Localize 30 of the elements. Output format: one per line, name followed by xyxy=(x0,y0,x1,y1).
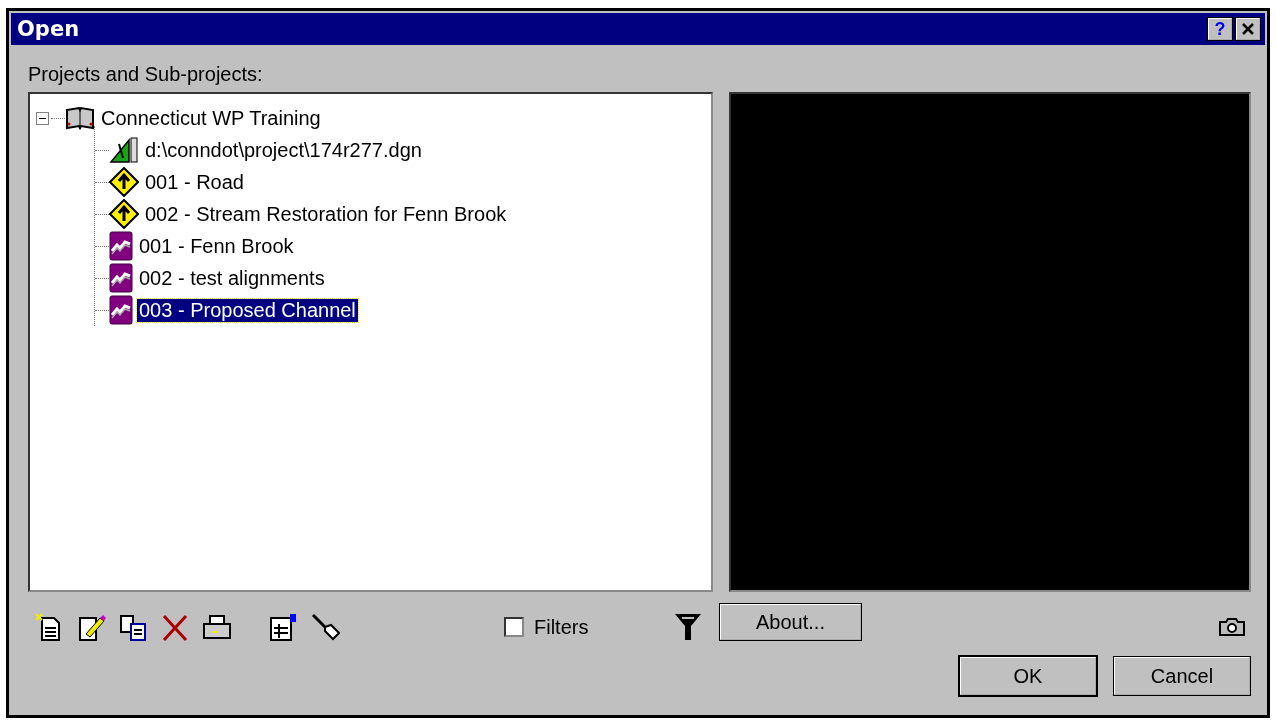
funnel-icon[interactable] xyxy=(674,612,702,642)
plug-icon[interactable] xyxy=(310,611,340,643)
tree-label: Projects and Sub-projects: xyxy=(28,63,263,86)
tree-item[interactable]: 002 - Stream Restoration for Fenn Brook xyxy=(143,202,509,226)
filters-label[interactable]: Filters xyxy=(534,615,589,639)
expander-icon[interactable] xyxy=(36,111,49,125)
tree-item[interactable]: 002 - test alignments xyxy=(137,266,327,290)
alignment-icon xyxy=(109,295,133,325)
help-button[interactable]: ? xyxy=(1207,17,1233,41)
close-button[interactable] xyxy=(1235,17,1261,41)
drafting-icon xyxy=(109,136,139,164)
about-button[interactable]: About... xyxy=(719,603,862,641)
road-sign-icon xyxy=(109,199,139,229)
close-icon xyxy=(1241,22,1255,36)
tree-item[interactable]: Connecticut WP Training xyxy=(99,106,323,130)
alignment-icon xyxy=(109,231,133,261)
road-sign-icon xyxy=(109,167,139,197)
tree-item[interactable]: d:\conndot\project\174r277.dgn xyxy=(143,138,424,162)
alignment-icon xyxy=(109,263,133,293)
project-tree[interactable]: Connecticut WP Training d:\conndot\project\174r277.dgn 001 - Road 002 - Stream Restoration for Fenn Brook 001 - Fenn Brook 002 - test alignments 003 - Proposed Channel xyxy=(28,92,713,592)
book-icon xyxy=(65,106,95,130)
dialog-button[interactable]: Cancel xyxy=(1113,656,1251,696)
checkbox-box[interactable] xyxy=(504,617,524,637)
tree-item[interactable]: 001 - Fenn Brook xyxy=(137,234,296,258)
dialog-button[interactable]: OK xyxy=(959,656,1097,696)
tree-item[interactable]: 001 - Road xyxy=(143,170,246,194)
tree-item[interactable]: 003 - Proposed Channel xyxy=(137,298,358,322)
camera-icon[interactable] xyxy=(1219,617,1245,637)
window-title: Open xyxy=(17,17,81,41)
properties-icon[interactable] xyxy=(268,611,298,643)
